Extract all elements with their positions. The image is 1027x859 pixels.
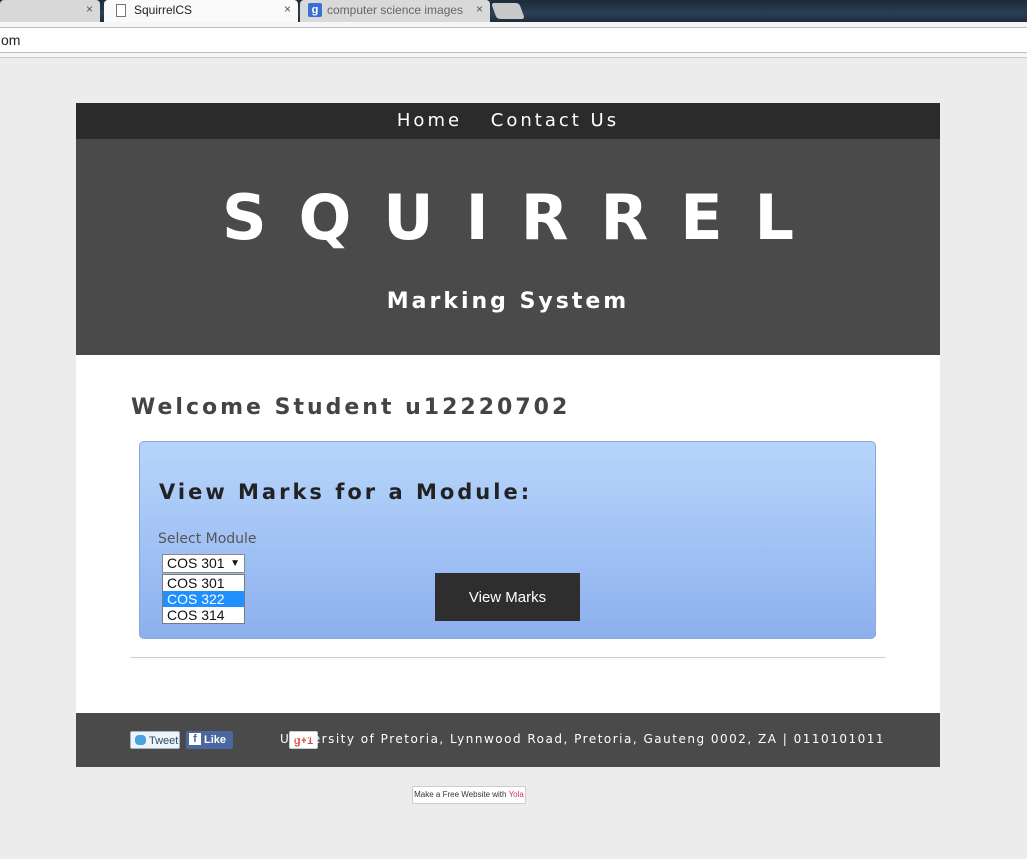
tab-title: SquirrelCS	[134, 3, 193, 17]
new-tab-button[interactable]	[491, 3, 525, 19]
dropdown-option-cos-301[interactable]: COS 301	[163, 575, 244, 591]
select-module-label: Select Module	[158, 531, 257, 547]
yola-badge[interactable]: Make a Free Website with Yola	[412, 786, 526, 804]
document-icon	[116, 4, 126, 17]
like-label: Like	[204, 734, 227, 746]
nav-item-home[interactable]: Home	[397, 110, 462, 131]
panel-title: View Marks for a Module:	[159, 480, 533, 504]
yola-badge-text: Make a Free Website with	[414, 790, 509, 799]
dropdown-option-cos-314[interactable]: COS 314	[163, 607, 244, 623]
dropdown-option-cos-322[interactable]: COS 322	[163, 591, 244, 607]
dropdown-arrow-icon: ▼	[230, 558, 240, 569]
browser-tab-google[interactable]: g computer science images ×	[300, 0, 490, 22]
view-marks-panel: View Marks for a Module: Select Module C…	[139, 441, 876, 639]
address-bar: om	[0, 22, 1027, 58]
module-select[interactable]: COS 301 ▼	[162, 554, 245, 573]
like-button[interactable]: f Like	[186, 731, 233, 749]
view-marks-button[interactable]: View Marks	[435, 573, 580, 621]
twitter-icon	[135, 735, 146, 745]
facebook-icon: f	[189, 733, 201, 745]
main-content: Welcome Student u12220702 View Marks for…	[76, 355, 940, 713]
main-nav: Home Contact Us	[76, 103, 940, 139]
content-divider	[130, 657, 886, 658]
tab-close-icon[interactable]: ×	[86, 2, 93, 16]
url-input[interactable]: om	[0, 27, 1027, 53]
site-container: Home Contact Us SQUIRREL Marking System …	[76, 103, 940, 767]
module-select-value: COS 301	[167, 555, 225, 571]
tab-close-icon[interactable]: ×	[284, 2, 291, 16]
site-logo: SQUIRREL	[221, 181, 827, 254]
browser-tab-previous[interactable]: ×	[0, 0, 100, 22]
browser-tab-squirrelcs[interactable]: SquirrelCS ×	[104, 0, 298, 22]
nav-item-contact-us[interactable]: Contact Us	[491, 110, 619, 131]
module-dropdown-list: COS 301 COS 322 COS 314	[162, 574, 245, 624]
site-tagline: Marking System	[386, 289, 630, 314]
site-footer: Tweet f Like g+1 University of Pretoria,…	[76, 713, 940, 767]
tweet-button[interactable]: Tweet	[130, 731, 180, 749]
welcome-heading: Welcome Student u12220702	[131, 395, 571, 420]
google-icon: g	[308, 3, 322, 17]
tab-close-icon[interactable]: ×	[476, 2, 483, 16]
tab-title: computer science images	[327, 3, 464, 17]
yola-brand: Yola	[508, 790, 524, 799]
tweet-label: Tweet	[149, 735, 179, 747]
site-header: SQUIRREL Marking System	[76, 139, 940, 355]
browser-tab-bar: × SquirrelCS × g computer science images…	[0, 0, 1027, 22]
footer-address: University of Pretoria, Lynnwood Road, P…	[279, 732, 885, 746]
